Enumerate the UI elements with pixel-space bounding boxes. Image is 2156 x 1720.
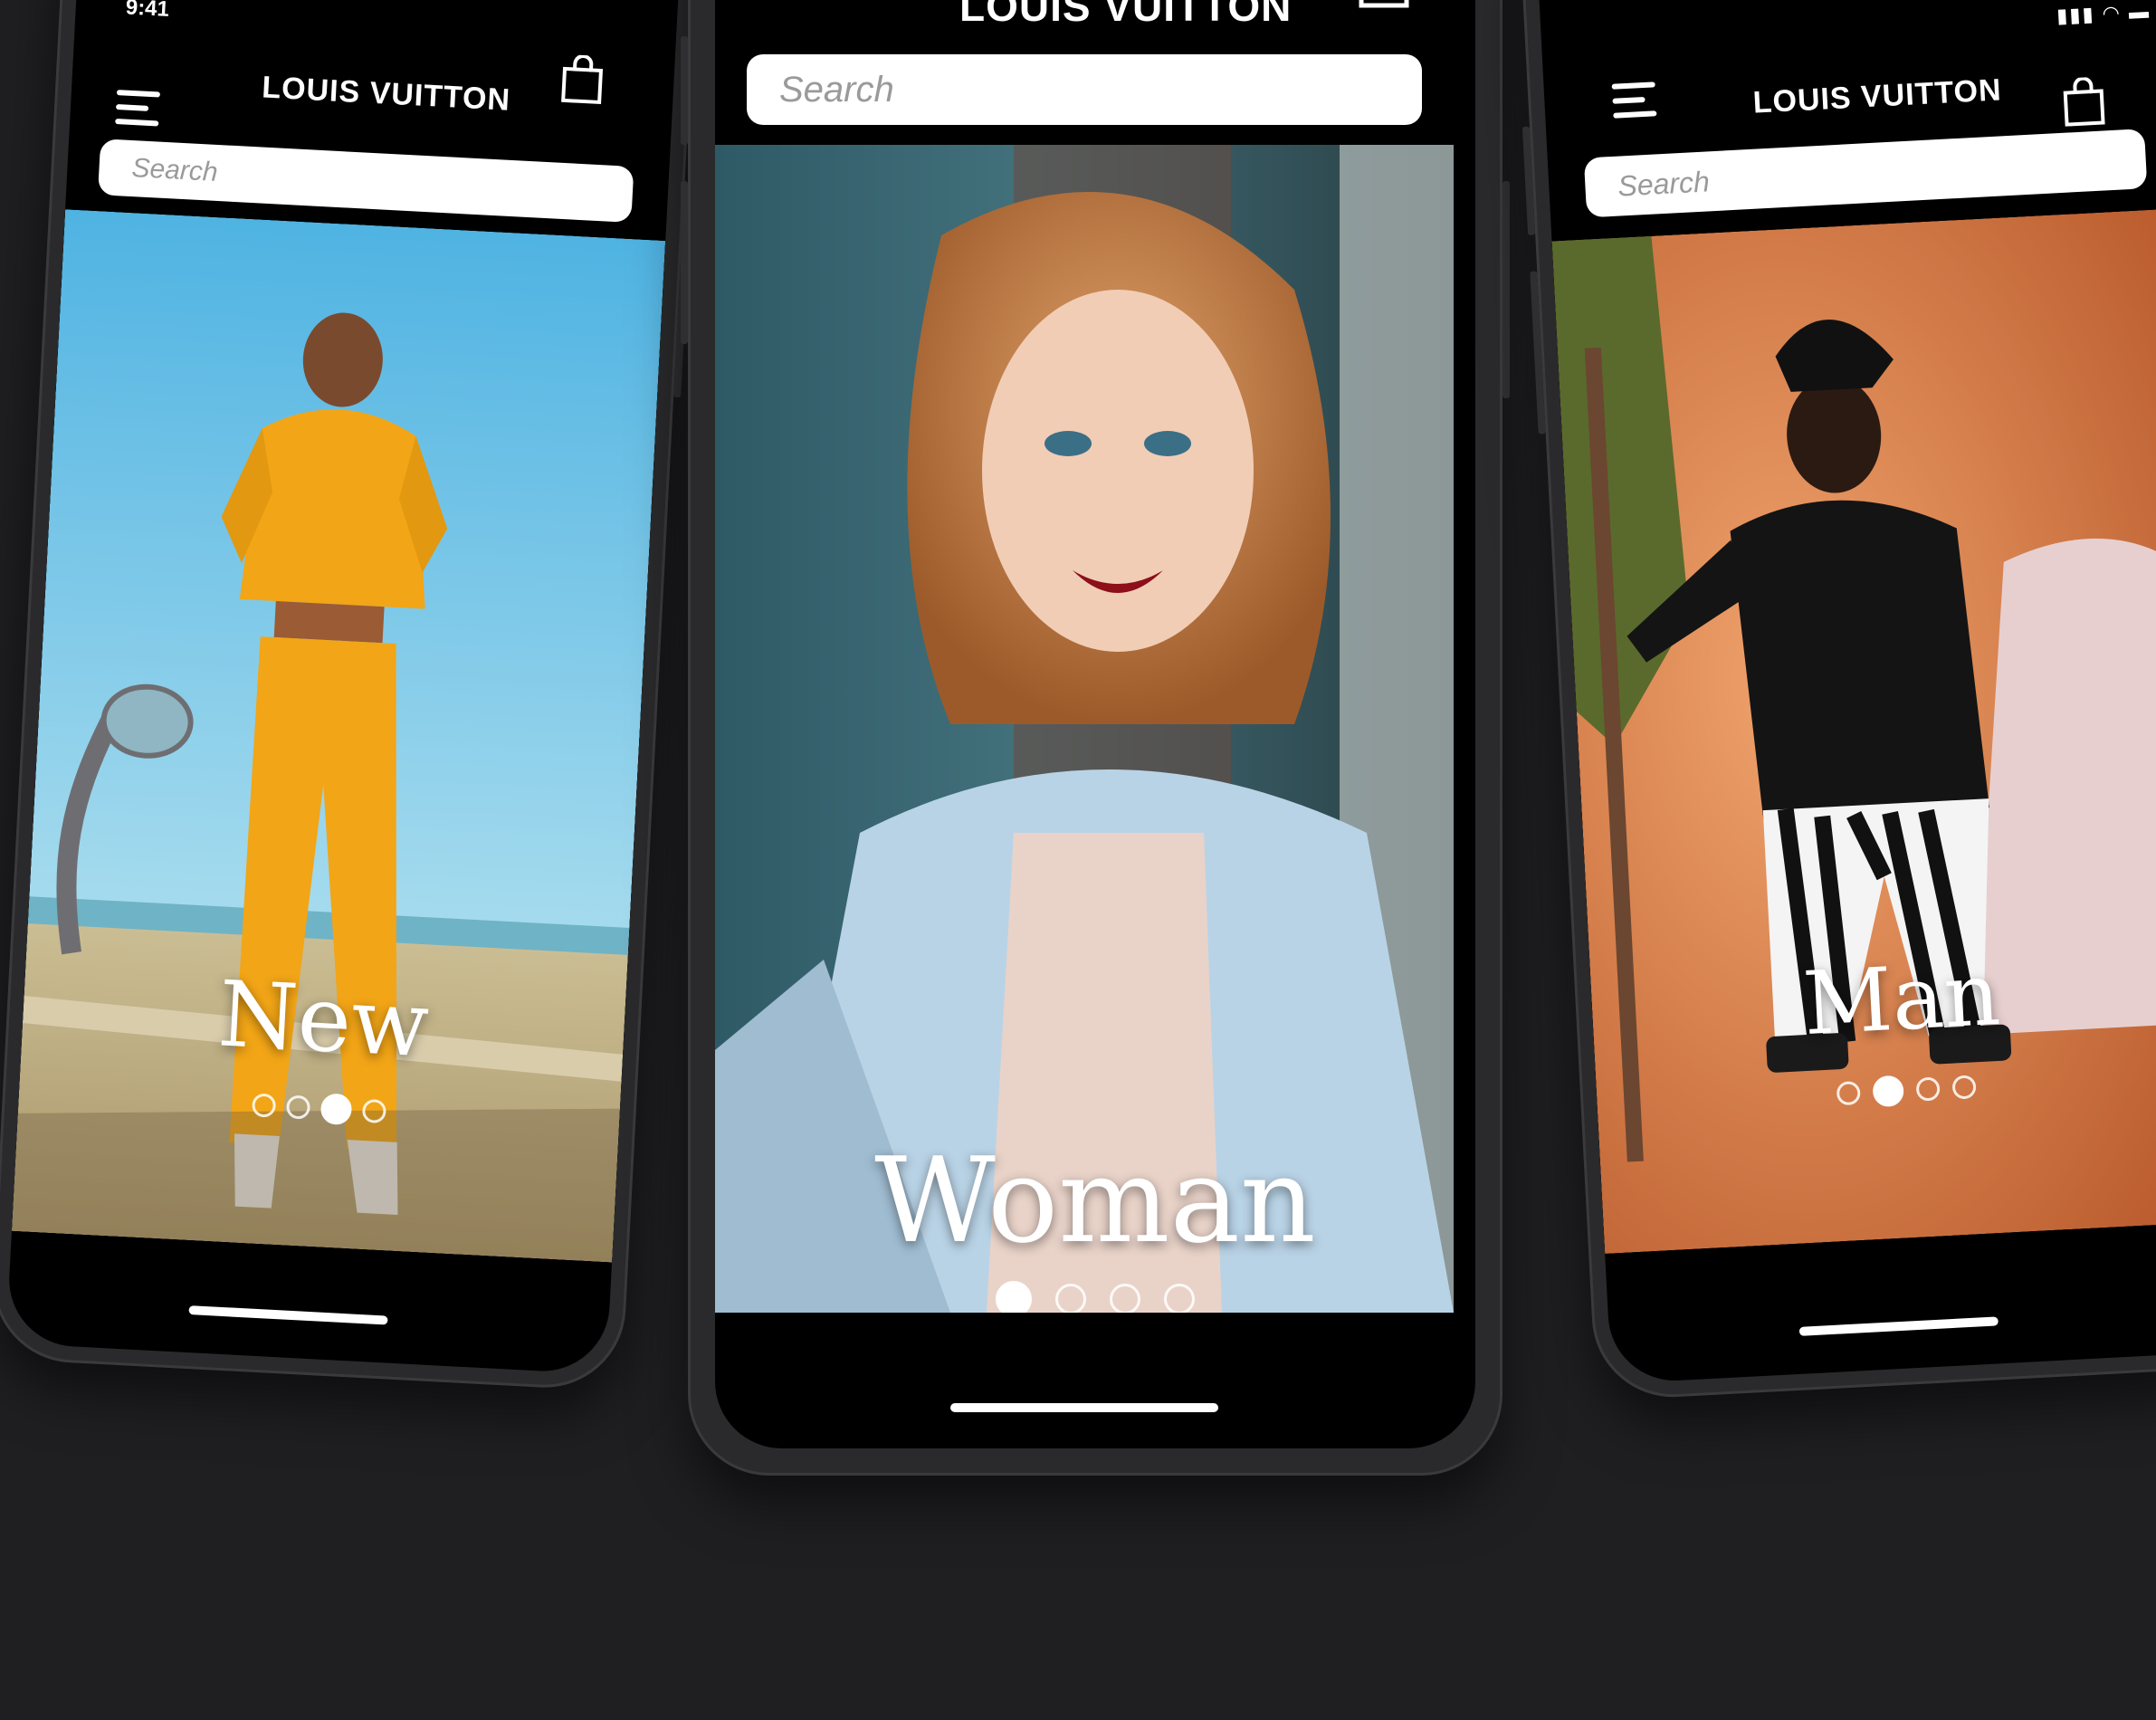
app-header: 9:41 LOUIS VUITTON Search [65,0,682,241]
carousel-dot[interactable] [1055,1284,1086,1313]
search-input[interactable]: Search [98,139,634,223]
app-header: LOUIS VUITTON Search [715,0,1475,136]
home-indicator[interactable] [188,1305,388,1325]
menu-icon[interactable] [1611,81,1661,120]
search-input[interactable]: Search [747,54,1422,125]
shopping-bag-icon[interactable] [560,53,605,105]
phone-center: LOUIS VUITTON Search Woman [681,0,1510,1476]
carousel-dot[interactable] [285,1094,311,1120]
menu-icon[interactable] [787,0,845,27]
carousel-dots-woman[interactable] [715,1281,1475,1313]
mockup-scene: 9:41 LOUIS VUITTON Search New LOUIS VUIT… [0,0,2156,1720]
phone-center-screen: LOUIS VUITTON Search Woman [715,0,1475,1448]
phone-right: ▮▮▮ ◠ ▬ LOUIS VUITTON Search Man [1518,0,2156,1401]
brand-logo[interactable]: LOUIS VUITTON [261,70,511,118]
carousel-dot-active[interactable] [996,1281,1032,1313]
menu-icon[interactable] [115,90,164,129]
carousel-dot[interactable] [1951,1075,1977,1100]
carousel-dot-active[interactable] [320,1093,353,1126]
status-icons: ▮▮▮ ◠ ▬ [2056,0,2151,27]
hero-banner-new[interactable]: New [11,209,666,1263]
brand-logo[interactable]: LOUIS VUITTON [959,0,1292,31]
carousel-dot-active[interactable] [1872,1075,1905,1108]
carousel-dot[interactable] [251,1093,277,1118]
home-indicator[interactable] [950,1403,1218,1412]
search-input[interactable]: Search [1583,129,2148,218]
status-time: 9:41 [125,0,170,22]
phone-left: 9:41 LOUIS VUITTON Search New [0,0,700,1392]
phone-left-screen: 9:41 LOUIS VUITTON Search New [5,0,682,1375]
shopping-bag-icon[interactable] [2062,76,2106,127]
phone-right-screen: ▮▮▮ ◠ ▬ LOUIS VUITTON Search Man [1535,0,2156,1384]
carousel-dot[interactable] [1915,1076,1941,1102]
carousel-dot[interactable] [1164,1284,1195,1313]
shopping-bag-icon[interactable] [1358,0,1410,9]
brand-logo[interactable]: LOUIS VUITTON [1752,72,2003,120]
carousel-dot[interactable] [1110,1284,1140,1313]
hero-banner-woman[interactable]: Woman [715,145,1475,1313]
carousel-dot[interactable] [361,1098,387,1124]
hero-banner-man[interactable]: Man [1551,208,2156,1254]
home-indicator[interactable] [1798,1316,1999,1336]
app-header: ▮▮▮ ◠ ▬ LOUIS VUITTON Search [1535,0,2156,242]
carousel-dot[interactable] [1836,1081,1861,1106]
hero-title-woman: Woman [874,1132,1316,1269]
